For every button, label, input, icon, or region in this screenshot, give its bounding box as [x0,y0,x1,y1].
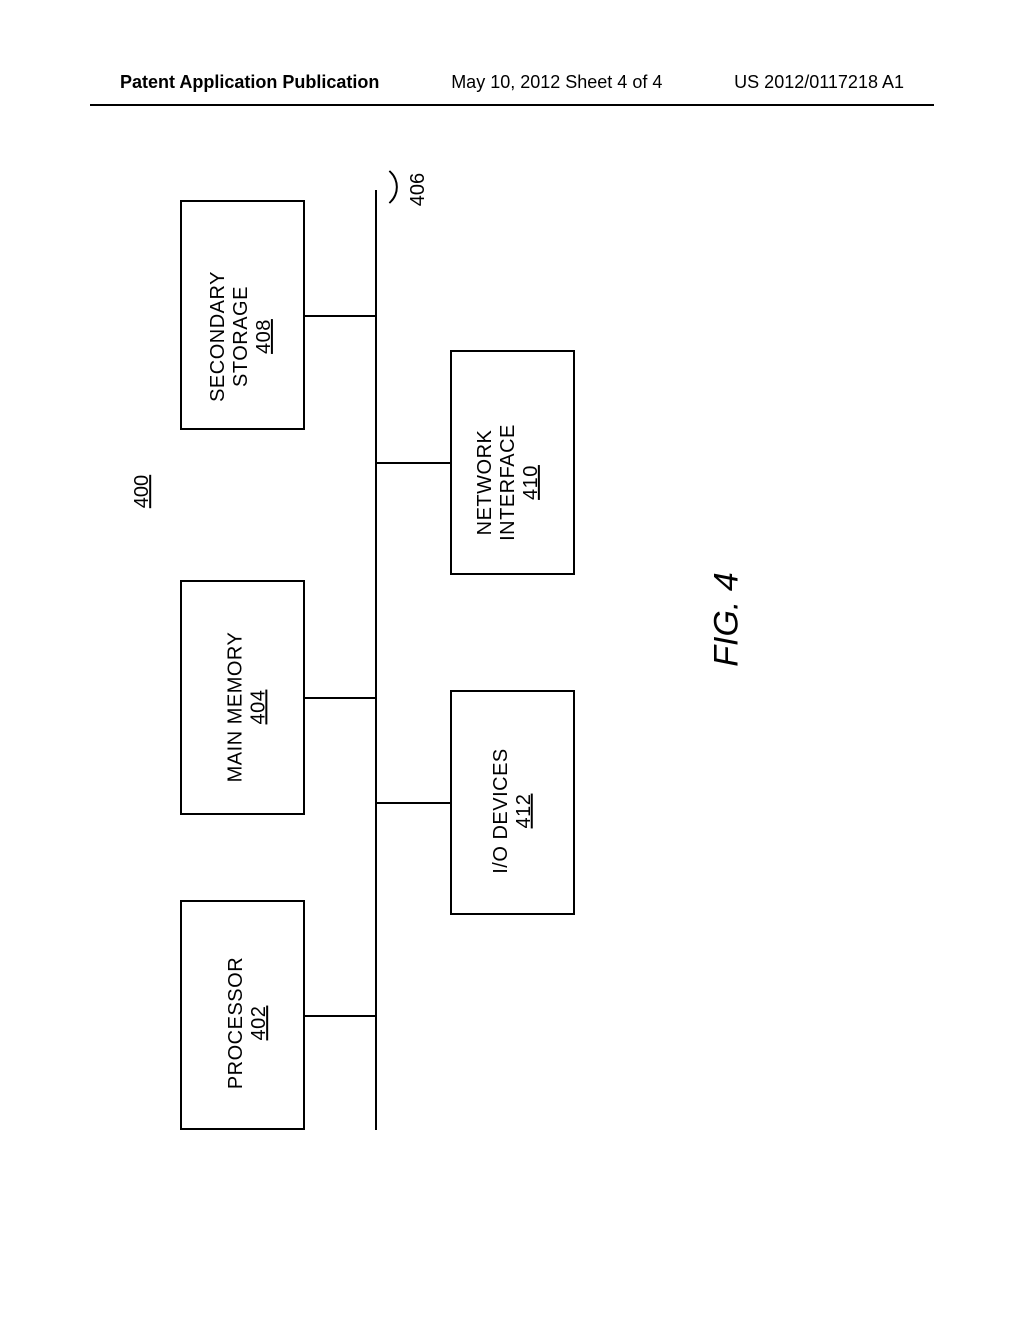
sheet-label: May 10, 2012 Sheet 4 of 4 [451,72,662,93]
netif-title2: INTERFACE [497,424,519,541]
mainmem-num: 404 [247,690,269,725]
stub-mainmem [305,697,375,699]
iodev-title: I/O DEVICES [490,748,512,874]
label-secstore: SECONDARY STORAGE 408 [207,271,276,402]
bus-line [375,190,377,1130]
label-netif: NETWORK INTERFACE 410 [474,424,543,541]
label-mainmem: MAIN MEMORY 404 [224,632,270,783]
processor-title: PROCESSOR [225,957,247,1089]
stub-iodev [375,802,450,804]
block-diagram: PROCESSOR 402 MAIN MEMORY 404 SECONDARY … [120,160,700,1150]
netif-title1: NETWORK [474,430,496,536]
secstore-title1: SECONDARY [207,271,229,402]
header-rule [90,104,934,106]
bus-ref: 406 [407,173,430,206]
processor-num: 402 [248,1006,270,1041]
mainmem-title: MAIN MEMORY [224,632,246,783]
label-processor: PROCESSOR 402 [225,957,271,1089]
docket-num: US 2012/0117218 A1 [734,72,904,93]
netif-num: 410 [520,465,542,500]
figure-caption: FIG. 4 [708,572,747,666]
bus-ref-arc [373,170,407,204]
stub-secstore [305,315,375,317]
secstore-title2: STORAGE [230,286,252,387]
iodev-num: 412 [513,794,535,829]
stub-processor [305,1015,375,1017]
pub-label: Patent Application Publication [120,72,379,93]
secstore-num: 408 [253,319,275,354]
stub-netif [375,462,450,464]
label-iodev: I/O DEVICES 412 [490,748,536,874]
